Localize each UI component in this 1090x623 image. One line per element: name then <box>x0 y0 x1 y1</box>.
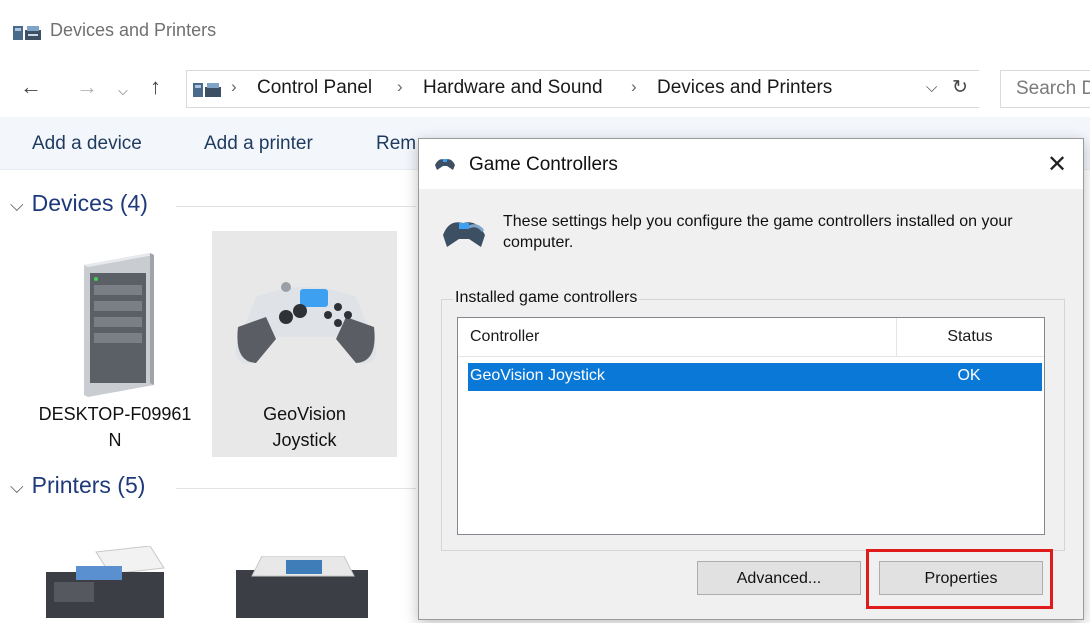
highlight-box <box>866 549 1053 609</box>
chevron-down-icon: ⌵ <box>10 195 24 215</box>
device-desktop[interactable]: DESKTOP-F09961 N <box>30 231 200 457</box>
devices-printers-icon <box>13 22 41 47</box>
navigation-bar: ← → ⌵ ↑ › Control Panel › Hardware and S… <box>0 62 1090 114</box>
device-joystick[interactable]: GeoVision Joystick <box>212 231 397 457</box>
list-header: Controller Status <box>458 318 1044 357</box>
group-label: Installed game controllers <box>453 289 640 307</box>
controller-status: OK <box>957 367 981 384</box>
window-title-bar: Devices and Printers <box>0 0 1090 62</box>
devices-printers-icon <box>193 79 221 104</box>
column-header-status[interactable]: Status <box>896 328 1044 346</box>
search-box[interactable]: Search D <box>1000 70 1090 108</box>
device-label-line: DESKTOP-F09961 <box>38 404 192 424</box>
game-controller-icon <box>433 157 457 176</box>
devices-group-header[interactable]: ⌵ Devices (4) <box>10 190 148 217</box>
add-device-button[interactable]: Add a device <box>32 133 142 155</box>
device-label: DESKTOP-F09961 N <box>30 401 200 453</box>
game-controller-icon <box>439 215 489 254</box>
group-divider <box>176 488 416 489</box>
device-label-line: N <box>108 430 122 450</box>
device-label-line: GeoVision <box>263 404 346 424</box>
printers-group-header[interactable]: ⌵ Printers (5) <box>10 472 145 499</box>
search-placeholder: Search D <box>1016 78 1090 99</box>
breadcrumb-separator: › <box>397 77 403 96</box>
remove-device-button[interactable]: Rem <box>376 133 416 155</box>
breadcrumb-control-panel[interactable]: Control Panel <box>257 77 372 99</box>
printers-group-label: Printers (5) <box>31 472 146 498</box>
list-item[interactable]: GeoVision Joystick OK <box>468 363 1042 391</box>
refresh-icon[interactable]: ↻ <box>952 76 968 99</box>
gamepad-icon <box>226 267 386 382</box>
address-dropdown-icon[interactable]: ⌵ <box>926 79 937 96</box>
fax-printer-icon[interactable] <box>40 545 170 623</box>
chevron-down-icon: ⌵ <box>10 477 24 497</box>
controller-name: GeoVision Joystick <box>470 367 605 384</box>
printer-icon[interactable] <box>232 555 372 623</box>
address-bar[interactable]: › Control Panel › Hardware and Sound › D… <box>186 70 979 108</box>
breadcrumb-devices-printers[interactable]: Devices and Printers <box>657 77 832 99</box>
devices-group-label: Devices (4) <box>31 190 148 216</box>
controllers-list[interactable]: Controller Status GeoVision Joystick OK <box>457 317 1045 535</box>
breadcrumb-separator: › <box>231 77 237 96</box>
breadcrumb-separator: › <box>631 77 637 96</box>
dialog-title: Game Controllers <box>469 154 618 175</box>
desktop-computer-icon <box>54 245 174 410</box>
group-divider <box>176 206 416 207</box>
breadcrumb-hardware-sound[interactable]: Hardware and Sound <box>423 77 603 99</box>
window-title: Devices and Printers <box>50 20 217 40</box>
back-arrow-icon[interactable]: ← <box>20 74 42 100</box>
advanced-button[interactable]: Advanced... <box>697 561 861 595</box>
add-printer-button[interactable]: Add a printer <box>204 133 313 155</box>
up-arrow-icon[interactable]: ↑ <box>150 74 161 100</box>
chevron-down-icon[interactable]: ⌵ <box>118 78 128 104</box>
device-label-line: Joystick <box>272 430 337 450</box>
game-controllers-dialog: Game Controllers ✕ These settings help y… <box>418 138 1084 620</box>
dialog-info-text: These settings help you configure the ga… <box>503 213 1013 251</box>
forward-arrow-icon[interactable]: → <box>76 74 98 100</box>
device-label: GeoVision Joystick <box>212 401 397 453</box>
close-icon[interactable]: ✕ <box>1039 147 1075 183</box>
column-header-controller[interactable]: Controller <box>470 328 539 346</box>
